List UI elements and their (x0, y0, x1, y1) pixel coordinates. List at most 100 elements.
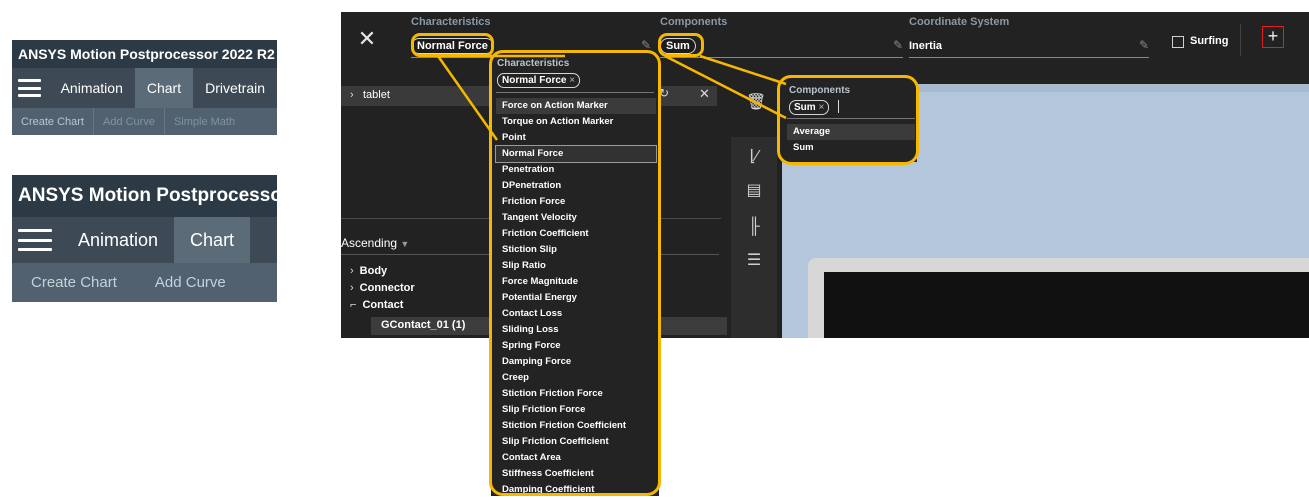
option-contact-loss[interactable]: Contact Loss (496, 306, 656, 322)
surfing-checkbox[interactable] (1172, 36, 1184, 48)
chevron-down-icon: ▼ (400, 239, 410, 249)
option-point[interactable]: Point (496, 130, 656, 146)
option-force-on-action-marker[interactable]: Force on Action Marker (496, 98, 656, 114)
list-icon[interactable]: ☰ (744, 251, 764, 271)
option-stiffness-coefficient[interactable]: Stiffness Coefficient (496, 466, 656, 482)
components-dropdown: Components Sum × Average Sum (781, 80, 917, 162)
tab-drivetrain[interactable]: Drivetrain (193, 68, 277, 108)
option-friction-force[interactable]: Friction Force (496, 194, 656, 210)
tree-node-label: Contact (362, 299, 404, 311)
option-dpenetration[interactable]: DPenetration (496, 178, 656, 194)
close-icon[interactable]: ✕ (699, 86, 710, 102)
option-average[interactable]: Average (787, 124, 915, 140)
tablet-model (808, 258, 1309, 338)
chevron-right-icon: › (350, 265, 354, 277)
option-force-magnitude[interactable]: Force Magnitude (496, 274, 656, 290)
app-title: ANSYS Motion Postprocesso (12, 175, 277, 217)
tree-node-contact[interactable]: ⌐ Contact (350, 299, 403, 311)
app-title: ANSYS Motion Postprocessor 2022 R2 - (12, 40, 277, 68)
option-contact-area[interactable]: Contact Area (496, 450, 656, 466)
tree-node-label: Body (359, 265, 388, 277)
create-chart-button[interactable]: Create Chart (12, 263, 136, 302)
option-friction-coefficient[interactable]: Friction Coefficient (496, 226, 656, 242)
option-damping-coefficient[interactable]: Damping Coefficient (496, 482, 656, 498)
add-curve-button[interactable]: Add Curve (92, 108, 164, 135)
split-icon[interactable]: ╟ (744, 217, 764, 237)
dropdown-label: Characteristics (497, 58, 570, 69)
tree-node-label: GContact_01 (1) (381, 319, 466, 331)
components-chip[interactable]: Sum (660, 38, 696, 54)
characteristics-field: Characteristics Normal Force ✎ (411, 16, 651, 58)
components-label: Components (660, 16, 728, 28)
coordinate-system-label: Coordinate System (909, 16, 1010, 28)
option-sliding-loss[interactable]: Sliding Loss (496, 322, 656, 338)
tree-node-body[interactable]: › Body (350, 265, 387, 277)
option-stiction-friction-force[interactable]: Stiction Friction Force (496, 386, 656, 402)
close-icon[interactable]: ✕ (357, 28, 377, 50)
option-slip-friction-coefficient[interactable]: Slip Friction Coefficient (496, 434, 656, 450)
chart-subtoolbar: Create Chart Add Curve Simple Math (12, 108, 277, 135)
text-caret (838, 100, 839, 113)
components-chip[interactable]: Sum × (789, 100, 830, 115)
option-potential-energy[interactable]: Potential Energy (496, 290, 656, 306)
option-creep[interactable]: Creep (496, 370, 656, 386)
option-slip-friction-force[interactable]: Slip Friction Force (496, 402, 656, 418)
hamburger-menu-icon[interactable] (18, 79, 41, 97)
sort-label: Ascending (341, 236, 398, 250)
tab-chart[interactable]: Chart (174, 217, 251, 263)
tab-chart[interactable]: Chart (134, 68, 194, 108)
chart-icon[interactable]: ⌊⁄ (744, 147, 764, 167)
coordinate-system-field: Coordinate System Inertia ✎ (909, 16, 1149, 58)
option-spring-force[interactable]: Spring Force (496, 338, 656, 354)
tab-animation[interactable]: Animation (62, 217, 174, 263)
dropdown-divider (496, 92, 654, 93)
characteristics-chip[interactable]: Normal Force (411, 38, 494, 54)
characteristics-dropdown: Characteristics Normal Force × Force on … (491, 54, 659, 496)
chip-label: Sum (794, 102, 816, 113)
coordinate-system-value: Inertia (909, 40, 943, 52)
add-curve-plus-button[interactable]: + (1262, 26, 1284, 48)
coordinate-system-input[interactable]: Inertia ✎ (909, 36, 1149, 58)
delete-icon[interactable]: 🗑 (746, 92, 766, 112)
option-slip-ratio[interactable]: Slip Ratio (496, 258, 656, 274)
add-curve-button[interactable]: Add Curve (136, 263, 245, 302)
sort-dropdown[interactable]: Ascending ▼ (341, 236, 409, 250)
chevron-right-icon: › (350, 89, 354, 101)
pencil-icon[interactable]: ✎ (1139, 38, 1149, 52)
mini-toolbar-large: ANSYS Motion Postprocesso Animation Char… (12, 175, 277, 302)
header-divider (1240, 24, 1241, 56)
chevron-expanded-icon: ⌐ (350, 299, 357, 311)
option-stiction-friction-coefficient[interactable]: Stiction Friction Coefficient (496, 418, 656, 434)
ribbon-tabs: Animation Chart (12, 217, 277, 263)
option-stiction-slip[interactable]: Stiction Slip (496, 242, 656, 258)
dropdown-divider (787, 118, 915, 119)
characteristics-label: Characteristics (411, 16, 491, 28)
close-icon[interactable]: × (569, 75, 575, 86)
create-chart-button[interactable]: Create Chart (12, 108, 93, 135)
option-damping-force[interactable]: Damping Force (496, 354, 656, 370)
document-icon[interactable]: ▤ (744, 181, 764, 201)
option-normal-force[interactable]: Normal Force (495, 145, 657, 163)
tree-node-connector[interactable]: › Connector (350, 282, 415, 294)
simple-math-button[interactable]: Simple Math (163, 108, 244, 135)
components-field: Components Sum ✎ (660, 16, 903, 58)
close-icon[interactable]: × (818, 102, 824, 113)
option-tangent-velocity[interactable]: Tangent Velocity (496, 210, 656, 226)
hamburger-menu-icon[interactable] (18, 229, 52, 251)
surfing-label: Surfing (1190, 35, 1229, 47)
refresh-icon[interactable]: ↻ (659, 86, 669, 100)
tree-node-label: Connector (359, 282, 415, 294)
pencil-icon[interactable]: ✎ (893, 38, 903, 52)
characteristics-options: Force on Action Marker Torque on Action M… (495, 98, 657, 498)
characteristics-chip[interactable]: Normal Force × (497, 73, 581, 88)
pencil-icon[interactable]: ✎ (641, 38, 651, 52)
vertical-toolbar: ⌊⁄ ▤ ╟ ☰ (731, 137, 777, 338)
components-input[interactable]: Sum ✎ (660, 36, 903, 58)
option-penetration[interactable]: Penetration (496, 162, 656, 178)
option-torque-on-action-marker[interactable]: Torque on Action Marker (496, 114, 656, 130)
mini-toolbar-small: ANSYS Motion Postprocessor 2022 R2 - Ani… (12, 40, 277, 135)
components-options: Average Sum (787, 124, 915, 156)
option-sum[interactable]: Sum (787, 140, 915, 156)
ribbon-tabs: Animation Chart Drivetrain (12, 68, 277, 108)
tab-animation[interactable]: Animation (49, 68, 135, 108)
